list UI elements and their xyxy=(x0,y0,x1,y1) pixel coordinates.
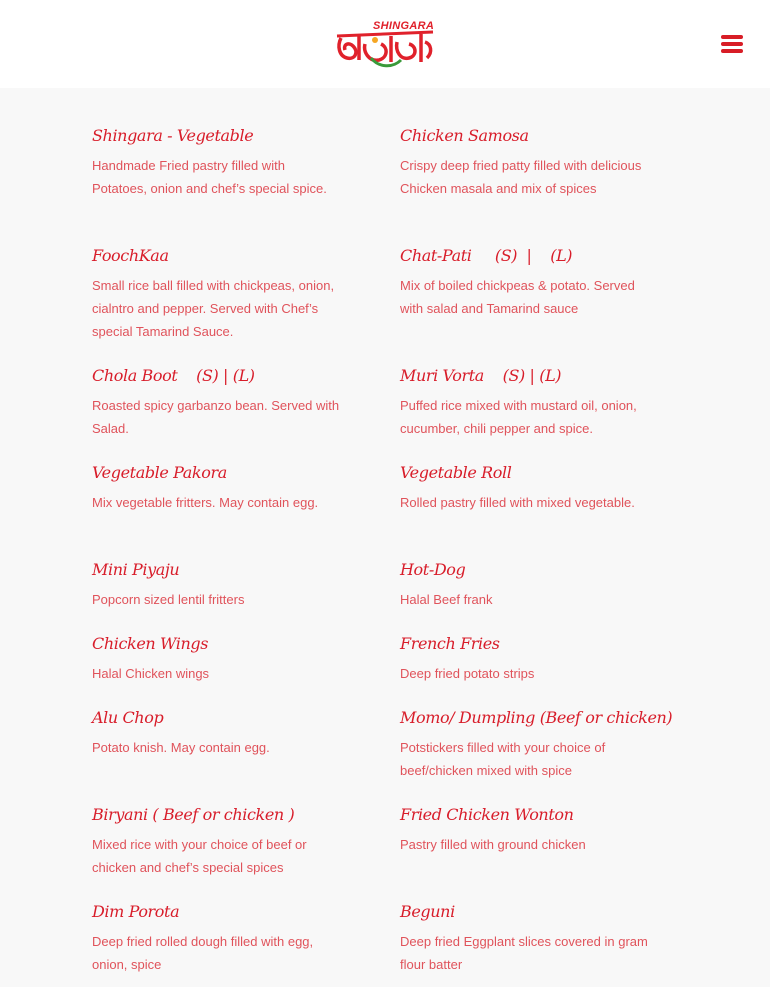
menu-item-description: Pastry filled with ground chicken xyxy=(400,837,586,852)
menu-item-title: FoochKaa xyxy=(92,246,169,265)
menu-item-title: Chicken Samosa xyxy=(400,126,529,145)
menu-item-description: Popcorn sized lentil fritters xyxy=(92,592,245,607)
site-header: SHINGARA xyxy=(0,0,770,88)
menu-item: Chat-Pati (S) | (L) Mix of boiled chickp… xyxy=(400,245,650,320)
menu-item: Mini Piyaju Popcorn sized lentil fritter… xyxy=(92,559,342,611)
menu-item-description: Deep fried potato strips xyxy=(400,666,535,681)
menu-item-title: Biryani ( Beef or chicken ) xyxy=(92,805,295,824)
menu-item-title: Muri Vorta (S) | (L) xyxy=(400,366,562,385)
logo-wordmark: SHINGARA xyxy=(373,20,435,32)
menu-item-title: Hot-Dog xyxy=(400,560,466,579)
menu-item: Shingara - Vegetable Handmade Fried past… xyxy=(92,125,342,200)
menu-item: FoochKaa Small rice ball filled with chi… xyxy=(92,245,342,343)
menu-item-title: Mini Piyaju xyxy=(92,560,180,579)
menu-item: Chola Boot (S) | (L) Roasted spicy garba… xyxy=(92,365,342,440)
menu-item-description: Rolled pastry filled with mixed vegetabl… xyxy=(400,495,635,510)
menu-item-description: Potstickers filled with your choice of b… xyxy=(400,740,606,778)
menu-bar-middle xyxy=(721,42,743,46)
menu-item-title: Shingara - Vegetable xyxy=(92,126,254,145)
hamburger-menu-icon[interactable] xyxy=(721,35,743,54)
menu-item-title: Alu Chop xyxy=(92,708,164,727)
menu-item-title: French Fries xyxy=(400,634,500,653)
menu-item-description: Deep fried Eggplant slices covered in gr… xyxy=(400,934,648,972)
menu-item: Chicken Wings Halal Chicken wings xyxy=(92,633,342,685)
menu-item-title: Chola Boot (S) | (L) xyxy=(92,366,255,385)
menu-item-description: Deep fried rolled dough filled with egg,… xyxy=(92,934,314,972)
menu-item-description: Small rice ball filled with chickpeas, o… xyxy=(92,278,335,339)
menu-item-title: Chicken Wings xyxy=(92,634,209,653)
menu-item-description: Mix vegetable fritters. May contain egg. xyxy=(92,495,319,510)
menu-item-description: Crispy deep fried patty filled with deli… xyxy=(400,158,642,196)
menu-item: Chicken Samosa Crispy deep fried patty f… xyxy=(400,125,650,200)
menu-item: Vegetable Pakora Mix vegetable fritters.… xyxy=(92,462,342,514)
menu-item-description: Mixed rice with your choice of beef or c… xyxy=(92,837,307,875)
menu-item-description: Mix of boiled chickpeas & potato. Served… xyxy=(400,278,635,316)
menu-item: Muri Vorta (S) | (L) Puffed rice mixed w… xyxy=(400,365,650,440)
menu-item-title: Vegetable Roll xyxy=(400,463,512,482)
menu-item-description: Halal Chicken wings xyxy=(92,666,210,681)
menu-item: Dim Porota Deep fried rolled dough fille… xyxy=(92,901,342,976)
menu-item: French Fries Deep fried potato strips xyxy=(400,633,650,685)
menu-item-description: Handmade Fried pastry filled with Potato… xyxy=(92,158,327,196)
menu-item-title: Dim Porota xyxy=(92,902,180,921)
menu-item: Momo/ Dumpling (Beef or chicken) Potstic… xyxy=(400,707,673,782)
menu-item-description: Roasted spicy garbanzo bean. Served with… xyxy=(92,398,340,436)
menu-item-description: Halal Beef frank xyxy=(400,592,493,607)
menu-item-title: Momo/ Dumpling (Beef or chicken) xyxy=(400,708,673,727)
menu-item: Alu Chop Potato knish. May contain egg. xyxy=(92,707,342,759)
menu-bar-top xyxy=(721,35,743,39)
menu-item: Vegetable Roll Rolled pastry filled with… xyxy=(400,462,650,514)
menu-item-title: Chat-Pati (S) | (L) xyxy=(400,246,573,265)
menu-bar-bottom xyxy=(721,49,743,53)
menu-item-title: Vegetable Pakora xyxy=(92,463,227,482)
menu-item: Fried Chicken Wonton Pastry filled with … xyxy=(400,804,650,856)
menu-item: Biryani ( Beef or chicken ) Mixed rice w… xyxy=(92,804,342,879)
menu-item-title: Beguni xyxy=(400,902,455,921)
shingara-logo[interactable]: SHINGARA xyxy=(335,18,437,70)
menu-item-description: Potato knish. May contain egg. xyxy=(92,740,270,755)
menu-item: Beguni Deep fried Eggplant slices covere… xyxy=(400,901,650,976)
menu-item-description: Puffed rice mixed with mustard oil, onio… xyxy=(400,398,637,436)
menu-item: Hot-Dog Halal Beef frank xyxy=(400,559,650,611)
menu-item-title: Fried Chicken Wonton xyxy=(400,805,574,824)
